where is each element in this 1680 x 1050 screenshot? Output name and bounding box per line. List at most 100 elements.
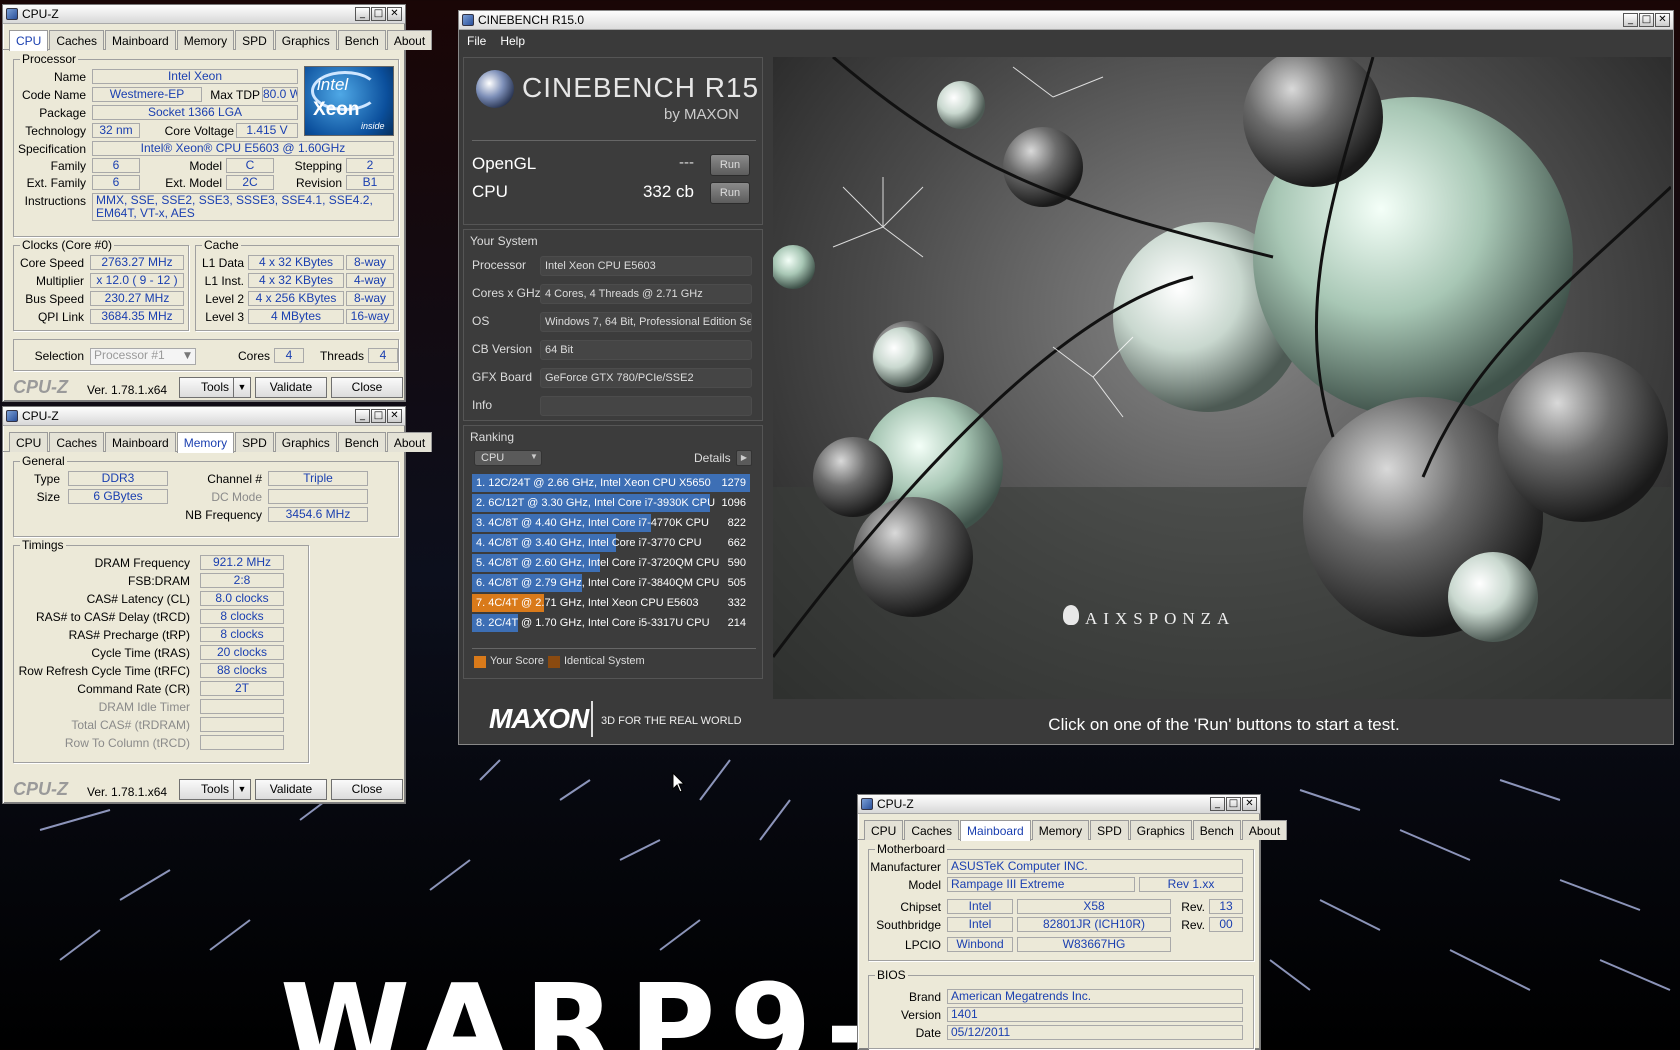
tab-spd[interactable]: SPD — [235, 30, 274, 50]
close-icon[interactable]: ✕ — [1655, 13, 1670, 27]
cpuz-cpu-window[interactable]: CPU-Z _ □ ✕ CPU Caches Mainboard Memory … — [2, 4, 433, 402]
ranking-row[interactable]: 5. 4C/8T @ 2.60 GHz, Intel Core i7-3720Q… — [472, 554, 750, 572]
timing-value — [200, 717, 284, 732]
timing-value: 20 clocks — [200, 645, 284, 660]
maximize-icon[interactable]: □ — [1639, 13, 1654, 27]
tab-mainboard[interactable]: Mainboard — [960, 820, 1031, 841]
l3-way-field: 16-way — [346, 309, 394, 324]
tab-memory[interactable]: Memory — [176, 30, 235, 50]
close-button[interactable]: Close — [331, 377, 403, 398]
cinebench-window[interactable]: CINEBENCH R15.0 _ □ ✕ File Help CINEBENC… — [458, 10, 1674, 745]
cinebench-titlebar[interactable]: CINEBENCH R15.0 _ □ ✕ — [459, 11, 1673, 30]
tab-caches[interactable]: Caches — [49, 432, 105, 452]
cpuz-mainboard-window[interactable]: CPU-Z _ □ ✕ CPU Caches Mainboard Memory … — [857, 794, 1288, 1050]
minimize-icon[interactable]: _ — [355, 409, 370, 423]
package-field: Socket 1366 LGA — [92, 105, 298, 120]
processor-name-field: Intel Xeon — [92, 69, 298, 84]
southbridge-field: 82801JR (ICH10R) — [1017, 917, 1171, 932]
menu-file[interactable]: File — [467, 34, 486, 48]
sys-processor-value: Intel Xeon CPU E5603 — [540, 256, 752, 276]
timing-value: 2:8 — [200, 573, 284, 588]
maximize-icon[interactable]: □ — [371, 409, 386, 423]
lpcio-label: LPCIO — [904, 938, 941, 952]
chevron-down-icon[interactable]: ▼ — [530, 452, 538, 461]
tab-graphics[interactable]: Graphics — [274, 432, 337, 452]
ranking-row[interactable]: 2. 6C/12T @ 3.30 GHz, Intel Core i7-3930… — [472, 494, 750, 512]
cores-field: 4 — [274, 348, 304, 363]
your-system-panel: Your System Processor Intel Xeon CPU E56… — [463, 229, 763, 421]
bios-date-label: Date — [915, 1026, 941, 1040]
bios-date-field: 05/12/2011 — [947, 1025, 1243, 1040]
details-label[interactable]: Details — [694, 451, 731, 465]
ranking-row[interactable]: 8. 2C/4T @ 1.70 GHz, Intel Core i5-3317U… — [472, 614, 750, 632]
ranking-row[interactable]: 6. 4C/8T @ 2.79 GHz, Intel Core i7-3840Q… — [472, 574, 750, 592]
maximize-icon[interactable]: □ — [371, 7, 386, 21]
cinebench-menubar: File Help — [459, 30, 1673, 52]
close-button[interactable]: Close — [331, 779, 403, 800]
divider — [472, 648, 756, 649]
validate-button[interactable]: Validate — [255, 377, 327, 398]
minimize-icon[interactable]: _ — [1623, 13, 1638, 27]
chipset-rev-label: Rev. — [1181, 900, 1205, 914]
cpuz-cpu-titlebar[interactable]: CPU-Z _ □ ✕ — [3, 5, 405, 24]
tab-mainboard[interactable]: Mainboard — [105, 432, 176, 452]
tab-about[interactable]: About — [386, 432, 433, 452]
bios-brand-label: Brand — [908, 990, 941, 1004]
ranking-row[interactable]: 1. 12C/24T @ 2.66 GHz, Intel Xeon CPU X5… — [472, 474, 750, 492]
tab-cpu[interactable]: CPU — [864, 820, 904, 840]
minimize-icon[interactable]: _ — [355, 7, 370, 21]
cpuz-memory-titlebar[interactable]: CPU-Z _ □ ✕ — [3, 407, 405, 426]
menu-help[interactable]: Help — [500, 34, 525, 48]
tools-dropdown-icon[interactable]: ▼ — [233, 779, 251, 800]
cpuz-footer-logo: CPU-Z — [13, 377, 68, 397]
ranking-row[interactable]: 7. 4C/4T @ 2.71 GHz, Intel Xeon CPU E560… — [472, 594, 750, 612]
tab-graphics[interactable]: Graphics — [274, 30, 337, 50]
tab-about[interactable]: About — [1241, 820, 1288, 840]
cpuz-mainboard-titlebar[interactable]: CPU-Z _ □ ✕ — [858, 795, 1260, 814]
tab-memory[interactable]: Memory — [1031, 820, 1090, 840]
l1d-field: 4 x 32 KBytes — [248, 255, 344, 270]
close-icon[interactable]: ✕ — [1242, 797, 1257, 811]
maximize-icon[interactable]: □ — [1226, 797, 1241, 811]
legend-your-score: Your Score — [490, 655, 545, 667]
ranking-row[interactable]: 3. 4C/8T @ 4.40 GHz, Intel Core i7-4770K… — [472, 514, 750, 532]
tab-memory[interactable]: Memory — [176, 432, 235, 453]
tab-spd[interactable]: SPD — [1090, 820, 1129, 840]
selection-dropdown[interactable]: Processor #1 — [90, 348, 196, 365]
ranking-score: 214 — [727, 617, 746, 629]
opengl-run-button[interactable]: Run — [710, 154, 750, 176]
cpuz-memory-window[interactable]: CPU-Z _ □ ✕ CPU Caches Mainboard Memory … — [2, 406, 433, 804]
tools-dropdown-icon[interactable]: ▼ — [233, 377, 251, 398]
timing-label: RAS# to CAS# Delay (tRCD) — [35, 610, 190, 624]
tab-mainboard[interactable]: Mainboard — [105, 30, 176, 50]
chevron-down-icon[interactable]: ▼ — [184, 351, 191, 361]
cpuz-app-icon — [6, 410, 18, 422]
technology-label: Technology — [25, 124, 86, 138]
render-scene — [773, 57, 1671, 699]
tab-bench[interactable]: Bench — [1192, 820, 1241, 840]
validate-button[interactable]: Validate — [255, 779, 327, 800]
close-icon[interactable]: ✕ — [387, 7, 402, 21]
family-field: 6 — [92, 158, 140, 173]
maxon-tagline: 3D FOR THE REAL WORLD — [601, 715, 742, 727]
tab-bench[interactable]: Bench — [337, 432, 386, 452]
render-credit: AIXSPONZA — [1085, 609, 1236, 628]
minimize-icon[interactable]: _ — [1210, 797, 1225, 811]
tab-caches[interactable]: Caches — [49, 30, 105, 50]
tab-caches[interactable]: Caches — [904, 820, 960, 840]
tab-graphics[interactable]: Graphics — [1129, 820, 1192, 840]
cpu-run-button[interactable]: Run — [710, 182, 750, 204]
l1d-label: L1 Data — [201, 256, 244, 270]
close-icon[interactable]: ✕ — [387, 409, 402, 423]
size-label: Size — [36, 490, 60, 504]
tab-cpu[interactable]: CPU — [9, 30, 49, 51]
extmodel-label: Ext. Model — [165, 176, 222, 190]
tab-about[interactable]: About — [386, 30, 433, 50]
tab-spd[interactable]: SPD — [235, 432, 274, 452]
sys-info-value[interactable] — [540, 396, 752, 416]
tab-cpu[interactable]: CPU — [9, 432, 49, 452]
ranking-row[interactable]: 4. 4C/8T @ 3.40 GHz, Intel Core i7-3770 … — [472, 534, 750, 552]
tab-bench[interactable]: Bench — [337, 30, 386, 50]
chipset-field: X58 — [1017, 899, 1171, 914]
details-arrow-icon[interactable]: ▶ — [736, 450, 752, 466]
